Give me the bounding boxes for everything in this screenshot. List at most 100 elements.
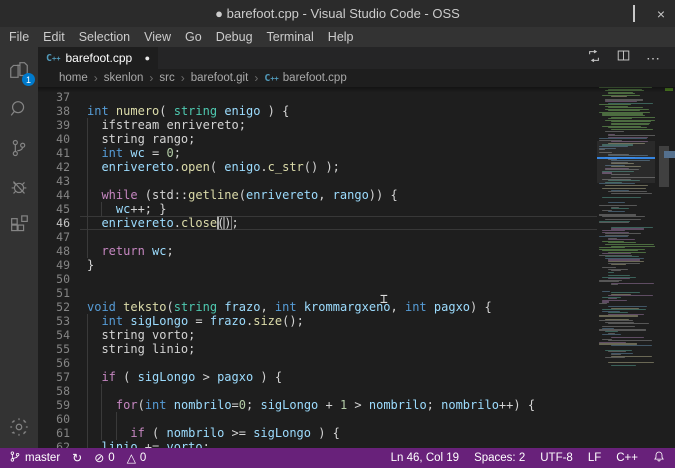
status-utf-8[interactable]: UTF-8 [540,452,573,464]
code-text: return wc; [87,244,597,258]
maximize-icon [633,5,635,22]
search-icon[interactable] [6,96,32,122]
settings-gear-icon[interactable] [6,414,32,440]
status-label: LF [588,452,601,464]
code-text: for(int nombrilo=0; sigLongo + 1 > nombr… [87,398,597,412]
open-changes-icon[interactable] [587,49,601,68]
code-line-48[interactable]: 48 return wc; [38,244,597,258]
menu-help[interactable]: Help [321,28,361,46]
menu-selection[interactable]: Selection [72,28,137,46]
code-text: string rango; [87,132,597,146]
indent-guide [87,188,88,202]
breadcrumb-item-barefoot-cpp[interactable]: C++barefoot.cpp [264,72,346,84]
line-number: 53 [38,314,87,328]
breadcrumb-item-skenlon[interactable]: skenlon [104,72,144,84]
indent-guide [87,342,88,356]
line-number: 39 [38,118,87,132]
status-right: Ln 46, Col 19 Spaces: 2 UTF-8 LF C++ [376,450,665,466]
line-number: 44 [38,188,87,202]
debug-icon[interactable] [6,174,32,200]
minimap-line [611,337,644,338]
code-line-56[interactable]: 56 [38,356,597,370]
source-control-icon[interactable] [6,135,32,161]
menu-edit[interactable]: Edit [36,28,72,46]
indent-guide [87,118,88,132]
breadcrumb-item-home[interactable]: home [59,72,88,84]
indent-guide [87,244,88,258]
indent-guide [87,384,88,398]
line-number: 51 [38,286,87,300]
code-line-57[interactable]: 57 if ( sigLongo > pagxo ) { [38,370,597,384]
breadcrumb-label: barefoot.cpp [283,72,347,84]
extensions-icon[interactable] [6,213,32,239]
code-line-53[interactable]: 53 int sigLongo = frazo.size(); [38,314,597,328]
window-title: ● barefoot.cpp - Visual Studio Code - OS… [215,6,460,21]
code-line-52[interactable]: 52void teksto(string frazo, int krommarg… [38,300,597,314]
code-text: } [87,258,597,272]
code-line-37[interactable]: 37 [38,90,597,104]
breadcrumb: home›skenlon›src›barefoot.git›C++barefoo… [38,69,675,87]
status-ln-46-col-19[interactable]: Ln 46, Col 19 [391,452,459,464]
breadcrumb-item-barefoot-git[interactable]: barefoot.git [191,72,249,84]
code-editor[interactable]: 363738int numero( string enigo ) {39 ifs… [38,87,675,448]
tab-barefoot-cpp[interactable]: C++ barefoot.cpp ● [38,47,158,69]
indent-guide [87,174,88,188]
close-button[interactable]: × [657,9,665,19]
code-line-50[interactable]: 50 [38,272,597,286]
status-c++[interactable]: C++ [616,452,638,464]
breadcrumb-item-src[interactable]: src [159,72,174,84]
status-master[interactable]: master [9,450,60,466]
indent-guide [87,314,88,328]
code-line-45[interactable]: 45 wc++; } [38,202,597,216]
status-lf[interactable]: LF [588,452,601,464]
maximize-button[interactable] [633,6,635,21]
menu-debug[interactable]: Debug [209,28,260,46]
code-line-49[interactable]: 49} [38,258,597,272]
code-line-43[interactable]: 43 [38,174,597,188]
line-number: 60 [38,412,87,426]
code-line-59[interactable]: 59 for(int nombrilo=0; sigLongo + 1 > no… [38,398,597,412]
code-line-61[interactable]: 61 if ( nombrilo >= sigLongo ) { [38,426,597,440]
code-line-40[interactable]: 40 string rango; [38,132,597,146]
code-line-55[interactable]: 55 string linio; [38,342,597,356]
code-line-47[interactable]: 47 [38,230,597,244]
explorer-icon[interactable]: 1 [6,57,32,83]
code-line-39[interactable]: 39 ifstream enrivereto; [38,118,597,132]
status-0[interactable]: △0 [127,451,147,465]
status-0[interactable]: ⊘0 [94,451,114,465]
code-line-38[interactable]: 38int numero( string enigo ) { [38,104,597,118]
code-line-58[interactable]: 58 [38,384,597,398]
code-line-46[interactable]: 46 enrivereto.close(); [38,216,597,230]
status-spaces-2[interactable]: Spaces: 2 [474,452,525,464]
overview-ruler-mark-cursor [664,151,675,158]
split-editor-icon[interactable] [617,49,630,67]
code-line-51[interactable]: 51 [38,286,597,300]
line-number: 46 [38,216,87,230]
minimap-line [599,87,652,88]
line-number: 54 [38,328,87,342]
menu-view[interactable]: View [137,28,178,46]
status-sync[interactable]: ↻ [72,451,82,465]
indent-guide [87,356,88,370]
minimap-line [605,101,637,102]
line-number: 57 [38,370,87,384]
status-bell[interactable] [653,450,665,466]
code-line-54[interactable]: 54 string vorto; [38,328,597,342]
code-text [87,272,597,286]
menu-file[interactable]: File [2,28,36,46]
menu-go[interactable]: Go [178,28,209,46]
modified-dot-icon[interactable]: ● [145,53,150,63]
bracket-match: ) [224,216,231,230]
menu-terminal[interactable]: Terminal [260,28,321,46]
minimap-viewport[interactable] [597,141,655,183]
more-actions-icon[interactable]: ⋯ [646,50,661,67]
scrollbar[interactable] [655,87,675,448]
minimap[interactable] [597,87,655,448]
code-line-42[interactable]: 42 enrivereto.open( enigo.c_str() ); [38,160,597,174]
code-line-62[interactable]: 62 linio += vorto; [38,440,597,448]
code-line-41[interactable]: 41 int wc = 0; [38,146,597,160]
code-line-44[interactable]: 44 while (std::getline(enrivereto, rango… [38,188,597,202]
minimap-line [602,216,645,217]
status-label: Ln 46, Col 19 [391,452,459,464]
code-line-60[interactable]: 60 [38,412,597,426]
